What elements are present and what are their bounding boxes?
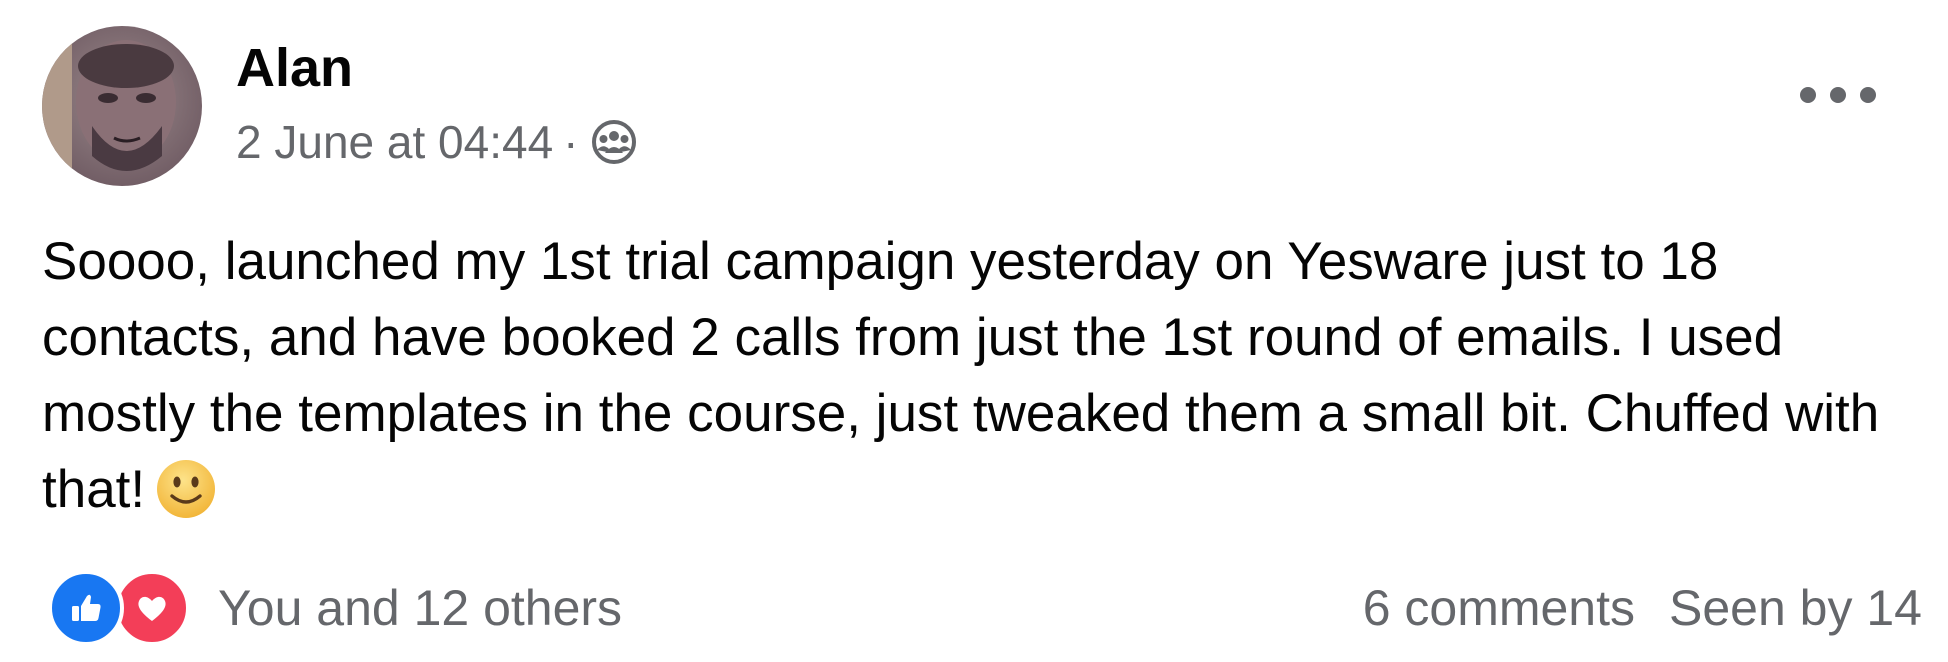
post-stats: 6 comments Seen by 14 [1363,570,1922,646]
post-timestamp[interactable]: 2 June at 04:44 [236,115,553,169]
avatar-photo [42,26,202,186]
author-avatar[interactable] [42,26,202,186]
love-icon [114,570,190,646]
reactions-summary[interactable]: You and 12 others [48,570,622,646]
post-body-text: Soooo, launched my 1st trial campaign ye… [42,232,1880,519]
group-audience-icon[interactable] [588,116,640,168]
like-icon [48,570,124,646]
more-options-icon[interactable] [1800,72,1876,118]
seen-by-count-link[interactable]: Seen by 14 [1669,579,1922,637]
post-meta: 2 June at 04:44 · [236,112,640,172]
author-name[interactable]: Alan [236,36,353,100]
reaction-count-text: You and 12 others [218,580,623,636]
comments-count-link[interactable]: 6 comments [1363,579,1635,637]
slightly-smiling-face-icon [155,458,217,520]
post-footer: You and 12 others 6 comments Seen by 14 [42,570,1922,646]
post-body: Soooo, launched my 1st trial campaign ye… [42,224,1922,528]
post-card: Alan 2 June at 04:44 · Soooo, launched m… [0,0,1948,662]
meta-separator: · [563,116,579,168]
